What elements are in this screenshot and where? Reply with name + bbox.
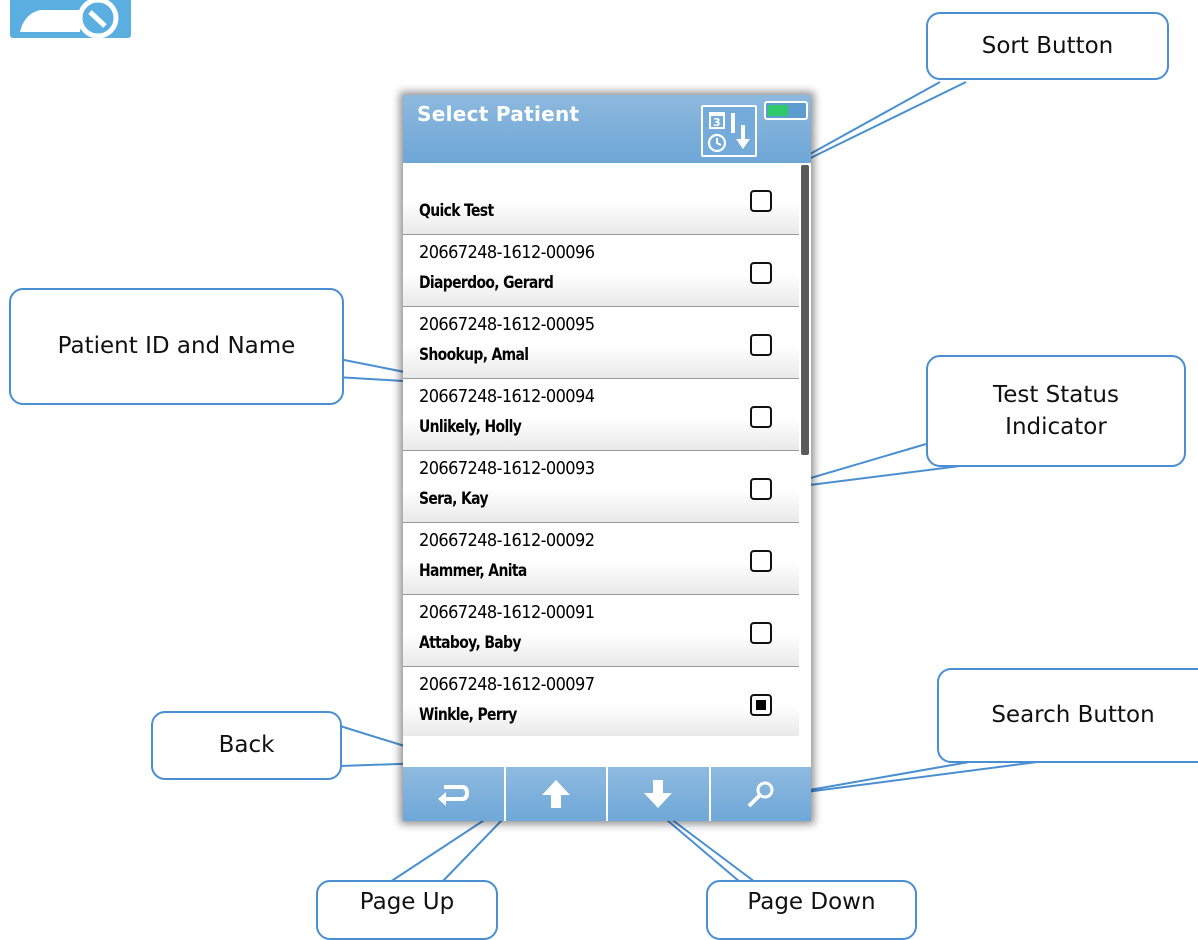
test-status-indicator bbox=[750, 622, 772, 644]
test-status-indicator bbox=[750, 550, 772, 572]
patient-id: 20667248-1612-00093 bbox=[419, 458, 595, 479]
page-up-callout: Page Up bbox=[316, 880, 498, 940]
svg-text:3: 3 bbox=[713, 116, 721, 129]
test-status-indicator bbox=[750, 694, 772, 716]
arrow-down-icon bbox=[644, 780, 673, 808]
page-down-callout: Page Down bbox=[706, 880, 917, 940]
patient-id: 20667248-1612-00096 bbox=[419, 242, 595, 263]
patient-row[interactable]: 20667248-1612-00095 Shookup, Amal bbox=[403, 307, 799, 379]
test-status-indicator bbox=[750, 478, 772, 500]
patient-id: 20667248-1612-00092 bbox=[419, 530, 595, 551]
patient-name: Attaboy, Baby bbox=[419, 633, 521, 653]
sort-button[interactable]: 3 bbox=[701, 105, 757, 157]
test-status-indicator bbox=[750, 190, 772, 212]
bottom-toolbar bbox=[403, 767, 811, 821]
search-button[interactable] bbox=[711, 767, 812, 821]
patient-name: Sera, Kay bbox=[419, 489, 489, 509]
patient-list: Quick Test 20667248-1612-00096 Diaperdoo, … bbox=[403, 163, 799, 736]
patient-row[interactable]: Quick Test bbox=[403, 163, 799, 235]
patient-id: 20667248-1612-00091 bbox=[419, 602, 595, 623]
patient-id: 20667248-1612-00095 bbox=[419, 314, 595, 335]
test-status-callout: Test Status Indicator bbox=[926, 355, 1186, 467]
sort-button-callout: Sort Button bbox=[926, 12, 1169, 80]
patient-row[interactable]: 20667248-1612-00093 Sera, Kay bbox=[403, 451, 799, 523]
patient-row[interactable]: 20667248-1612-00091 Attaboy, Baby bbox=[403, 595, 799, 667]
search-logo-icon bbox=[10, 0, 131, 38]
page-down-button[interactable] bbox=[608, 767, 711, 821]
search-button-callout: Search Button bbox=[937, 668, 1198, 763]
header-bar: Select Patient 3 bbox=[403, 95, 811, 163]
patient-name: Unlikely, Holly bbox=[419, 417, 522, 437]
patient-id-callout: Patient ID and Name bbox=[9, 288, 344, 405]
back-icon bbox=[438, 785, 470, 806]
test-status-indicator bbox=[750, 334, 772, 356]
scrollbar[interactable] bbox=[801, 165, 809, 455]
page-title: Select Patient bbox=[417, 102, 580, 126]
patient-id: 20667248-1612-00094 bbox=[419, 386, 595, 407]
patient-row[interactable]: 20667248-1612-00097 Winkle, Perry bbox=[403, 667, 799, 736]
search-icon bbox=[747, 781, 774, 808]
patient-name: Winkle, Perry bbox=[419, 705, 517, 725]
sort-by-date-time-icon: 3 bbox=[707, 112, 750, 153]
arrow-up-icon bbox=[541, 780, 570, 808]
back-button[interactable] bbox=[403, 767, 506, 821]
patient-row[interactable]: 20667248-1612-00094 Unlikely, Holly bbox=[403, 379, 799, 451]
device-screen: Select Patient 3 Quick Test 20667248-1612… bbox=[403, 95, 811, 821]
patient-name: Quick Test bbox=[419, 201, 494, 221]
patient-row[interactable]: 20667248-1612-00092 Hammer, Anita bbox=[403, 523, 799, 595]
page-up-button[interactable] bbox=[506, 767, 608, 821]
patient-name: Shookup, Amal bbox=[419, 345, 529, 365]
patient-name: Hammer, Anita bbox=[419, 561, 527, 581]
patient-name: Diaperdoo, Gerard bbox=[419, 273, 554, 293]
back-callout: Back bbox=[151, 711, 342, 780]
patient-id: 20667248-1612-00097 bbox=[419, 674, 595, 695]
patient-row[interactable]: 20667248-1612-00096 Diaperdoo, Gerard bbox=[403, 235, 799, 307]
battery-icon bbox=[764, 101, 808, 120]
test-status-indicator bbox=[750, 406, 772, 428]
test-status-indicator bbox=[750, 262, 772, 284]
